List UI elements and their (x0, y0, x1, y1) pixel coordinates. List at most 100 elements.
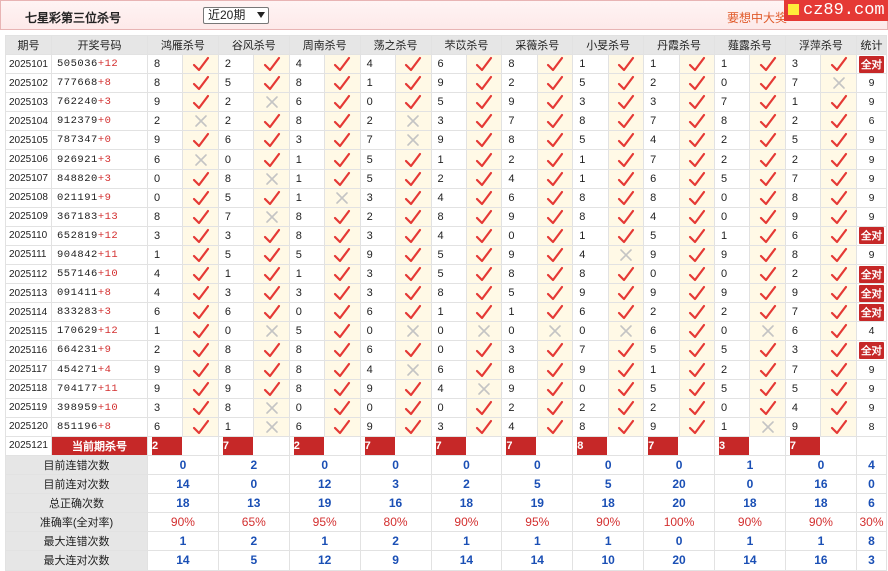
correct-check-icon (476, 228, 493, 243)
hit-mark-cell (820, 168, 857, 189)
kill-value-cell: 1 (784, 92, 822, 113)
draw-digits: 367183 (57, 210, 98, 223)
correct-check-icon (546, 114, 564, 129)
hit-mark-cell (607, 53, 645, 75)
stat-value: 0 (856, 474, 887, 495)
hit-mark-cell (395, 53, 432, 75)
kill-value-cell: 1 (217, 264, 255, 285)
draw-sum: +9 (97, 191, 112, 204)
correct-check-icon (476, 209, 493, 224)
hit-mark-cell (182, 111, 219, 132)
correct-check-icon (759, 266, 776, 282)
current-kill-value: 8 (577, 437, 608, 455)
brand-logo[interactable]: cz89.com (784, 0, 888, 21)
correct-check-icon (334, 381, 351, 396)
stat-value: 1 (430, 531, 503, 552)
draw-digits: 652819 (57, 229, 98, 242)
wrong-cross-icon (832, 77, 845, 89)
stat-value: 3 (856, 550, 887, 571)
kill-value-cell: 9 (430, 130, 467, 151)
draw-number-cell: 912379+0 (51, 111, 148, 132)
correct-check-icon (476, 343, 493, 358)
kill-value-cell: 8 (217, 168, 255, 189)
kill-value-cell: 5 (288, 321, 326, 342)
hit-mark-cell (182, 53, 219, 75)
hit-mark-cell (536, 378, 574, 399)
hit-mark-cell (678, 378, 716, 399)
kill-value-cell: 0 (713, 73, 751, 94)
stat-value: 0 (359, 454, 432, 476)
stat-row: 准确率(全对率) 90% 65% 95% 80% 90% 95% 90% 100% 90% 90% 3… (5, 512, 887, 533)
draw-sum: +10 (97, 401, 119, 414)
kill-value-cell: 8 (643, 187, 680, 208)
hit-mark-cell (749, 283, 786, 304)
period-cell: 2025118 (5, 378, 52, 399)
table-row: 2025107 848820+3 0 8 1 5 2 4 1 6 5 7 9 (5, 168, 887, 189)
correct-check-icon (263, 228, 280, 243)
kill-value-cell: 5 (430, 264, 467, 285)
kill-value-cell: 8 (501, 53, 538, 75)
correct-check-icon (263, 152, 280, 167)
draw-digits: 833283 (57, 306, 98, 319)
kill-value-cell: 9 (217, 378, 255, 399)
stat-value: 95% (288, 512, 361, 533)
row-total-cell: 9 (856, 168, 887, 189)
correct-check-icon (688, 324, 705, 339)
row-total-cell: 9 (856, 378, 887, 399)
correct-check-icon (688, 114, 705, 129)
stat-value: 0 (501, 454, 574, 476)
hit-mark-cell (324, 53, 361, 75)
draw-number-cell: 777668+8 (51, 73, 148, 94)
hit-mark-cell (182, 206, 219, 227)
hit-mark-cell (324, 397, 361, 418)
kill-value-cell: 8 (288, 225, 326, 246)
draw-digits: 926921 (57, 153, 98, 166)
period-select[interactable]: 近20期 (203, 7, 269, 24)
correct-check-icon (688, 362, 705, 377)
kill-value-cell: 6 (784, 321, 822, 342)
kill-value-cell: 0 (430, 397, 467, 418)
hit-mark-cell (324, 111, 361, 132)
draw-digits: 557146 (57, 268, 98, 281)
stat-label: 最大连错次数 (5, 531, 148, 552)
hit-mark-cell (465, 302, 503, 323)
kill-value-cell: 8 (572, 206, 609, 227)
correct-check-icon (476, 95, 493, 110)
correct-check-icon (192, 133, 209, 148)
stat-value: 10 (572, 550, 645, 571)
hit-mark-cell (253, 168, 290, 189)
stat-label: 目前连错次数 (5, 454, 148, 476)
wrong-cross-icon (407, 134, 420, 147)
stat-value: 1 (288, 531, 361, 552)
correct-check-icon (759, 133, 776, 148)
hit-mark-cell (536, 416, 574, 437)
kill-value-cell: 9 (501, 92, 538, 113)
column-header: 周南杀号 (288, 35, 361, 55)
kill-value-cell: 2 (643, 73, 680, 94)
hit-mark-cell (253, 73, 290, 94)
correct-check-icon (476, 76, 493, 91)
correct-check-icon (334, 76, 351, 91)
row-total-cell: 9 (856, 92, 887, 113)
kill-value-cell: 8 (784, 187, 822, 208)
period-cell: 2025104 (5, 111, 52, 132)
hit-mark-cell (678, 187, 716, 208)
correct-check-icon (334, 95, 351, 110)
kill-value-cell: 6 (217, 302, 255, 323)
promo-text[interactable]: 要想中大奖 (727, 9, 787, 26)
hit-mark-cell (749, 206, 786, 227)
kill-value-cell: 9 (359, 244, 397, 266)
hit-mark-cell (253, 264, 290, 285)
column-header: 采薇杀号 (501, 35, 574, 55)
kill-value-cell: 2 (359, 111, 397, 132)
draw-sum: +3 (97, 96, 112, 109)
hit-mark-cell (820, 206, 857, 227)
kill-value-cell: 8 (288, 340, 326, 361)
hit-mark-cell (820, 244, 857, 266)
correct-check-icon (546, 228, 564, 243)
kill-value-cell: 9 (430, 73, 467, 94)
hit-mark-cell (607, 130, 645, 151)
current-kill-value: 7 (648, 437, 679, 455)
hit-mark-cell (324, 73, 361, 94)
table-row: 2025104 912379+0 2 2 8 2 3 7 8 7 8 2 6 (5, 111, 887, 132)
